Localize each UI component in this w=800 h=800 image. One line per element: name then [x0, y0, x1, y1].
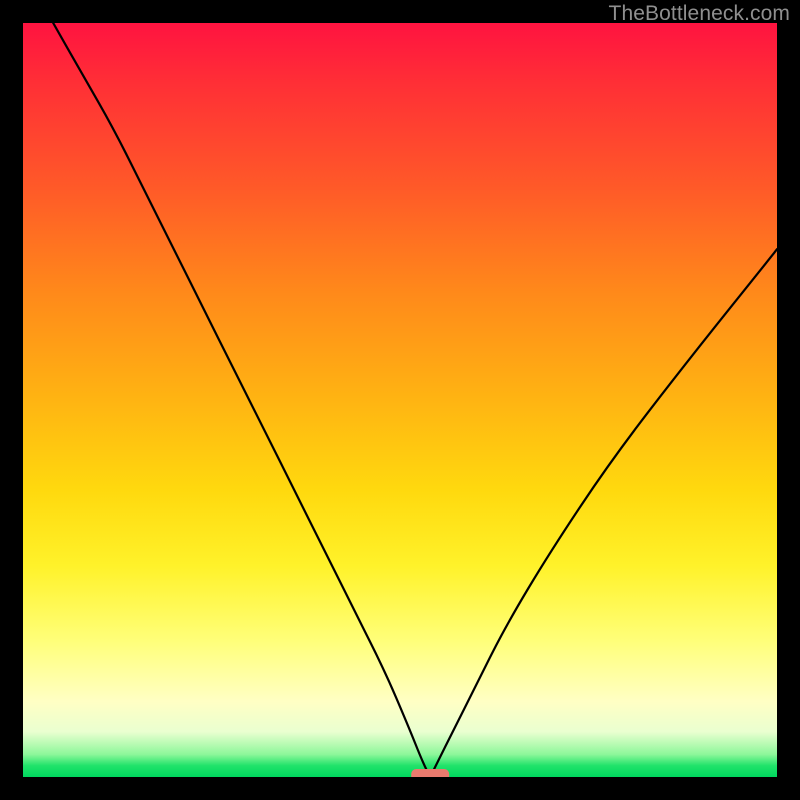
- chart-stage: TheBottleneck.com: [0, 0, 800, 800]
- bottleneck-curve: [53, 23, 777, 773]
- bottleneck-curve-svg: [23, 23, 777, 777]
- watermark-text: TheBottleneck.com: [609, 2, 790, 26]
- plot-area: [23, 23, 777, 777]
- minimum-marker: [411, 769, 449, 777]
